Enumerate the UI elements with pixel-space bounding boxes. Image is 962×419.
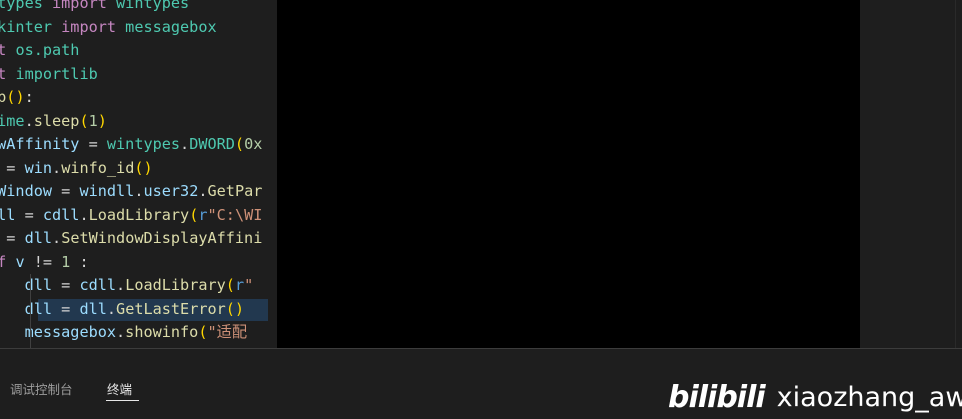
code-token: . [52,158,62,177]
code-line[interactable]: dwAffinity = wintypes.DWORD(0x [0,133,262,157]
code-token: DWORD [189,135,235,153]
code-token: r [198,205,208,224]
code-token: wintypes [106,135,181,153]
code-line[interactable]: tkinter import messagebox [0,16,262,40]
code-token: = [6,158,25,177]
code-token: . [116,276,126,294]
code-token: . [24,111,34,130]
code-line[interactable]: if v != 1 : [0,251,262,275]
code-token: ( [79,111,89,130]
code-token: hWindow [0,182,53,200]
code-token: import [61,17,126,36]
code-token: if [0,252,7,271]
code-token: 1 [61,252,71,271]
code-token: = [61,276,80,294]
code-token: "适配 [207,323,248,341]
code-token: . [198,182,208,200]
code-token: . [180,135,190,153]
code-token: = [88,135,107,153]
code-lines: ctypes import wintypestkinter import mes… [0,0,269,348]
code-token: ctypes [0,0,43,12]
code-token: dll [0,205,16,224]
code-line[interactable]: dll = dll.GetLastError() [0,298,269,322]
code-token: cdll [42,205,80,224]
black-app-window [277,0,860,376]
code-token: dwAffinity [0,135,80,153]
code-token: sleep [33,111,80,130]
tab-debug-console[interactable]: 调试控制台 [10,379,73,398]
code-line[interactable]: dll = cdll.LoadLibrary(r" [0,274,262,298]
code-token: = [61,299,80,318]
code-token: cdll [79,276,117,294]
code-token: wintypes [116,0,190,12]
code-token: messagebox [24,323,117,341]
code-token: () [6,88,25,106]
code-token: tkinter [0,17,53,36]
code-token: "C:\WI [207,205,263,224]
code-token: time [0,111,25,130]
code-token: " [244,276,254,294]
code-token: = [6,229,25,247]
code-token: messagebox [125,17,217,36]
indent-guide [30,274,31,348]
code-token: win [24,158,53,177]
code-token: dll [79,299,107,318]
code-line[interactable]: time.sleep(1) [0,110,262,134]
code-token: . [116,323,126,341]
code-token: rt [0,41,7,59]
code-line[interactable]: ctypes import wintypes [0,0,262,16]
code-token: . [106,299,117,318]
code-token: . [79,205,89,224]
code-token: : [24,88,34,106]
code-token: != [33,252,62,271]
code-line[interactable]: ib(): [0,86,262,110]
code-token: showinfo [125,323,199,341]
code-token: windll [79,182,135,200]
code-line[interactable]: dll = cdll.LoadLibrary(r"C:\WI [0,204,262,228]
code-token: = [61,182,80,200]
code-token: r [234,276,245,294]
code-token: winfo_id [61,158,135,177]
code-line[interactable]: h = win.winfo_id() [0,157,262,181]
code-token: GetLastError [116,299,226,318]
code-token: GetPar [207,182,263,200]
code-token: ( [189,205,199,224]
active-tab-indicator [106,400,139,401]
code-token: user32 [143,182,199,200]
code-token: SetWindowDisplayAffini [61,229,263,247]
code-line[interactable]: rt os.path [0,39,262,63]
code-token: ( [234,135,245,153]
code-token: dll [24,229,53,247]
code-token: () [134,158,153,177]
watermark-username: xiaozhang_awa [776,381,962,413]
code-token: () [225,299,245,318]
code-token: . [52,229,62,247]
code-token: os.path [15,41,80,59]
code-token: importlib [15,64,98,83]
code-token: = [24,205,43,224]
code-token: 0x [244,135,263,153]
code-token: LoadLibrary [125,276,226,294]
code-token: ( [225,276,235,294]
editor-scrollbar[interactable] [955,0,962,348]
code-token: v [15,252,34,271]
code-line[interactable]: rt importlib [0,63,262,87]
code-token: import [52,0,117,12]
watermark: bilibili xiaozhang_awa [668,376,962,418]
tab-terminal[interactable]: 终端 [107,379,132,398]
bilibili-logo-icon: bilibili [668,379,766,415]
code-line[interactable]: messagebox.showinfo("适配 [0,321,262,345]
code-token: 1 [88,111,98,130]
code-token: : [70,252,89,271]
code-token: rt [0,64,7,83]
code-line[interactable]: v = dll.SetWindowDisplayAffini [0,227,262,251]
code-token: ) [97,111,107,130]
code-line[interactable]: hWindow = windll.user32.GetPar [0,180,262,204]
code-token: LoadLibrary [88,205,190,224]
